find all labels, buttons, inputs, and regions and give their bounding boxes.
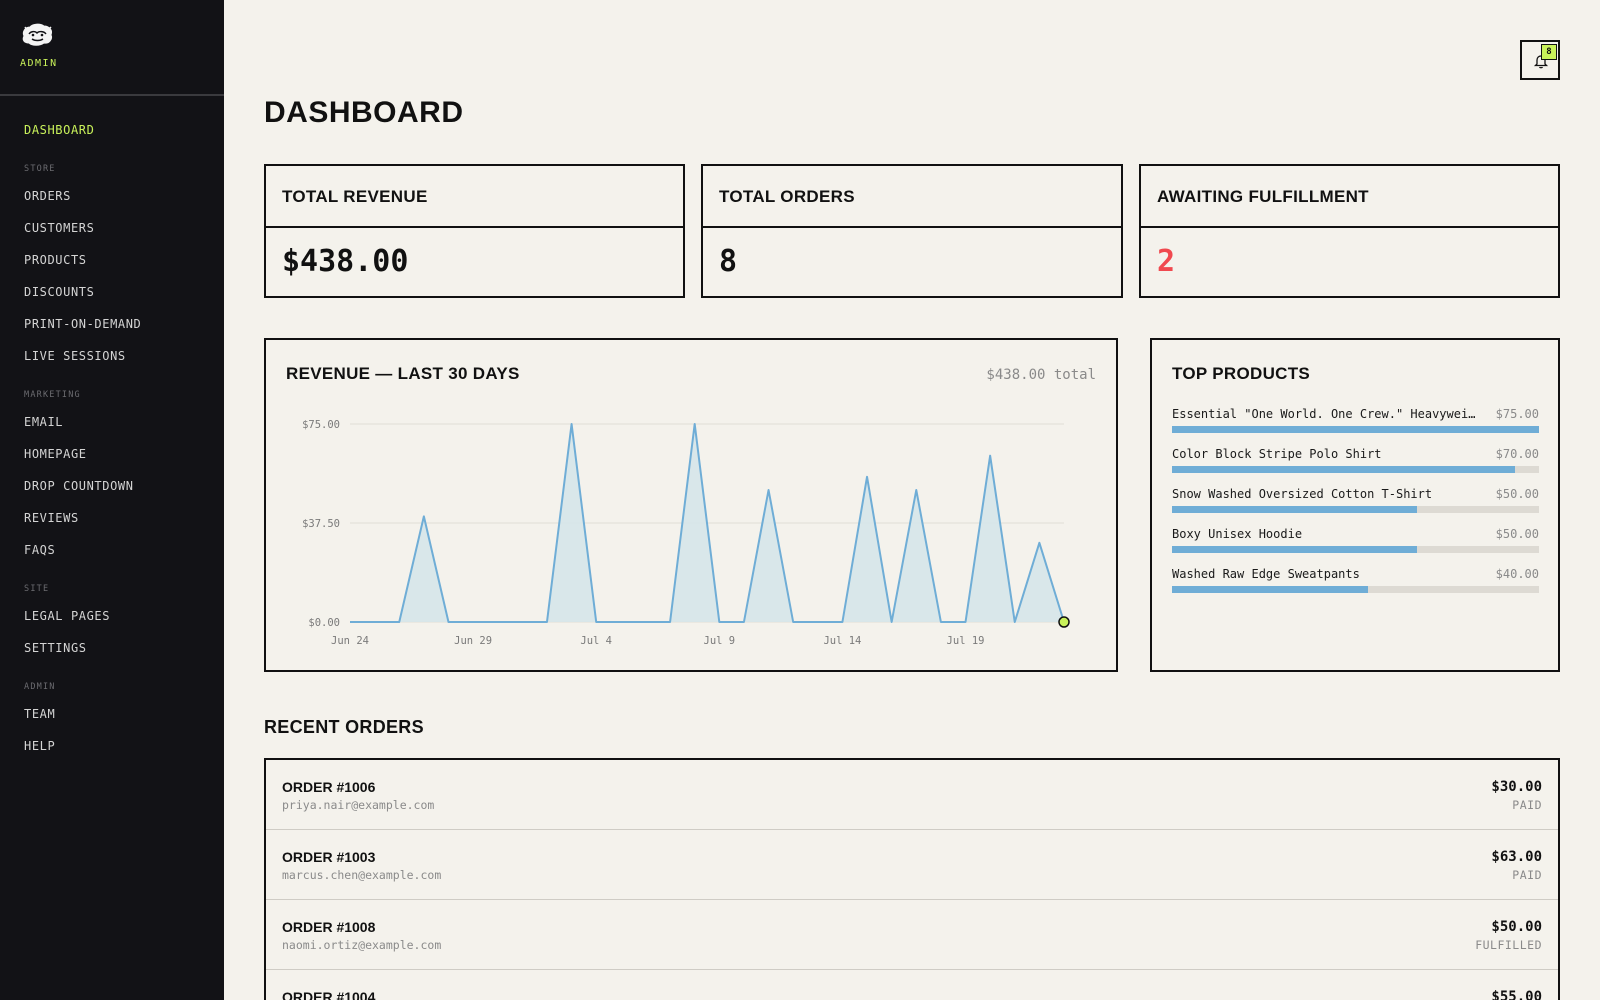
order-status: PAID	[1512, 798, 1542, 812]
stat-label: TOTAL REVENUE	[266, 166, 683, 228]
order-id: ORDER #1004	[282, 989, 376, 1000]
sidebar-item-print-on-demand[interactable]: PRINT-ON-DEMAND	[0, 308, 224, 340]
stat-value: $438.00	[282, 244, 409, 279]
sidebar-item-team[interactable]: TEAM	[0, 698, 224, 730]
product-revenue: $75.00	[1495, 407, 1539, 421]
sidebar-nav: DASHBOARD STORE ORDERS CUSTOMERS PRODUCT…	[0, 96, 224, 762]
gorilla-mascot-icon[interactable]	[20, 22, 54, 48]
x-tick-label: Jun 29	[454, 635, 492, 647]
order-status: FULFILLED	[1475, 938, 1542, 952]
sidebar-item-customers[interactable]: CUSTOMERS	[0, 212, 224, 244]
order-amount: $63.00	[1491, 849, 1542, 865]
notifications-button[interactable]: 8	[1520, 40, 1560, 80]
order-row[interactable]: ORDER #1006 priya.nair@example.com $30.0…	[266, 760, 1558, 830]
product-name: Boxy Unisex Hoodie	[1172, 527, 1303, 541]
sidebar-item-drop-countdown[interactable]: DROP COUNTDOWN	[0, 470, 224, 502]
sidebar-item-reviews[interactable]: REVIEWS	[0, 502, 224, 534]
product-share-bar	[1172, 546, 1539, 553]
stat-value: 2	[1157, 244, 1176, 279]
nav-section-site: SITE	[24, 584, 50, 594]
x-tick-label: Jul 14	[823, 635, 861, 647]
y-tick-label: $37.50	[302, 518, 340, 530]
x-tick-label: Jul 19	[947, 635, 985, 647]
sidebar-item-discounts[interactable]: DISCOUNTS	[0, 276, 224, 308]
sidebar-item-email[interactable]: EMAIL	[0, 406, 224, 438]
top-products-title: TOP PRODUCTS	[1172, 364, 1311, 383]
product-name: Color Block Stripe Polo Shirt	[1172, 447, 1382, 461]
latest-point-marker	[1058, 616, 1070, 628]
product-share-fill	[1172, 466, 1515, 473]
x-tick-label: Jun 24	[331, 635, 369, 647]
product-name: Essential "One World. One Crew." Heavywe…	[1172, 407, 1482, 421]
sidebar-item-faqs[interactable]: FAQS	[0, 534, 224, 566]
product-revenue: $40.00	[1495, 567, 1539, 581]
top-products-panel: TOP PRODUCTS Essential "One World. One C…	[1150, 338, 1560, 672]
notification-count-badge: 8	[1541, 44, 1557, 60]
revenue-chart-panel: REVENUE — LAST 30 DAYS $438.00 total $75…	[264, 338, 1118, 672]
brand-subtitle: ADMIN	[20, 58, 58, 69]
recent-orders-title: RECENT ORDERS	[264, 717, 424, 737]
order-email: marcus.chen@example.com	[282, 868, 442, 882]
order-email: priya.nair@example.com	[282, 798, 435, 812]
nav-section-marketing: MARKETING	[24, 390, 81, 400]
product-name: Washed Raw Edge Sweatpants	[1172, 567, 1360, 581]
order-email: naomi.ortiz@example.com	[282, 938, 442, 952]
sidebar-item-legal-pages[interactable]: LEGAL PAGES	[0, 600, 224, 632]
order-amount: $55.00	[1491, 989, 1542, 1000]
stat-card-awaiting-fulfillment: AWAITING FULFILLMENT 2	[1139, 164, 1560, 298]
order-status: PAID	[1512, 868, 1542, 882]
stat-card-total-revenue: TOTAL REVENUE $438.00	[264, 164, 685, 298]
product-share-bar	[1172, 586, 1539, 593]
product-revenue: $50.00	[1495, 527, 1539, 541]
stat-card-total-orders: TOTAL ORDERS 8	[701, 164, 1123, 298]
order-amount: $50.00	[1491, 919, 1542, 935]
page-title: DASHBOARD	[264, 96, 464, 129]
product-share-bar	[1172, 466, 1539, 473]
product-revenue: $70.00	[1495, 447, 1539, 461]
sidebar-item-orders[interactable]: ORDERS	[0, 180, 224, 212]
order-row[interactable]: ORDER #1003 marcus.chen@example.com $63.…	[266, 830, 1558, 900]
product-share-fill	[1172, 426, 1539, 433]
sidebar-item-live-sessions[interactable]: LIVE SESSIONS	[0, 340, 224, 372]
order-amount: $30.00	[1491, 779, 1542, 795]
product-name: Snow Washed Oversized Cotton T-Shirt	[1172, 487, 1433, 501]
product-share-fill	[1172, 506, 1417, 513]
nav-section-admin: ADMIN	[24, 682, 56, 692]
y-tick-label: $0.00	[308, 617, 340, 629]
top-product-item[interactable]: Boxy Unisex Hoodie $50.00	[1172, 526, 1539, 566]
top-product-item[interactable]: Washed Raw Edge Sweatpants $40.00	[1172, 566, 1539, 606]
nav-section-store: STORE	[24, 164, 56, 174]
sidebar-item-homepage[interactable]: HOMEPAGE	[0, 438, 224, 470]
y-tick-label: $75.00	[302, 419, 340, 431]
sidebar-item-dashboard[interactable]: DASHBOARD	[0, 114, 224, 146]
sidebar: ADMIN DASHBOARD STORE ORDERS CUSTOMERS P…	[0, 0, 224, 1000]
x-tick-label: Jul 9	[704, 635, 736, 647]
sidebar-item-help[interactable]: HELP	[0, 730, 224, 762]
revenue-chart: $75.00 $37.50 $0.00 Jun 24 Jun 29 Jul 4 Jul 9 J…	[302, 419, 1070, 647]
top-products-list: Essential "One World. One Crew." Heavywe…	[1172, 406, 1539, 606]
top-product-item[interactable]: Color Block Stripe Polo Shirt $70.00	[1172, 446, 1539, 486]
product-share-bar	[1172, 506, 1539, 513]
top-product-item[interactable]: Essential "One World. One Crew." Heavywe…	[1172, 406, 1539, 446]
stat-label: TOTAL ORDERS	[703, 166, 1121, 228]
main-content: 8 DASHBOARD TOTAL REVENUE $438.00 TOTAL …	[224, 0, 1600, 1000]
brand: ADMIN	[0, 0, 224, 96]
top-product-item[interactable]: Snow Washed Oversized Cotton T-Shirt $50.…	[1172, 486, 1539, 526]
product-revenue: $50.00	[1495, 487, 1539, 501]
order-id: ORDER #1008	[282, 919, 376, 935]
sidebar-item-products[interactable]: PRODUCTS	[0, 244, 224, 276]
recent-orders-list: ORDER #1006 priya.nair@example.com $30.0…	[264, 758, 1560, 1000]
product-share-bar	[1172, 426, 1539, 433]
x-tick-label: Jul 4	[580, 635, 612, 647]
product-share-fill	[1172, 546, 1417, 553]
stat-value: 8	[719, 244, 738, 279]
sidebar-item-settings[interactable]: SETTINGS	[0, 632, 224, 664]
stat-label: AWAITING FULFILLMENT	[1141, 166, 1558, 228]
product-share-fill	[1172, 586, 1368, 593]
order-row[interactable]: ORDER #1008 naomi.ortiz@example.com $50.…	[266, 900, 1558, 970]
order-id: ORDER #1003	[282, 849, 376, 865]
order-id: ORDER #1006	[282, 779, 376, 795]
order-row[interactable]: ORDER #1004 $55.00	[266, 970, 1558, 1000]
